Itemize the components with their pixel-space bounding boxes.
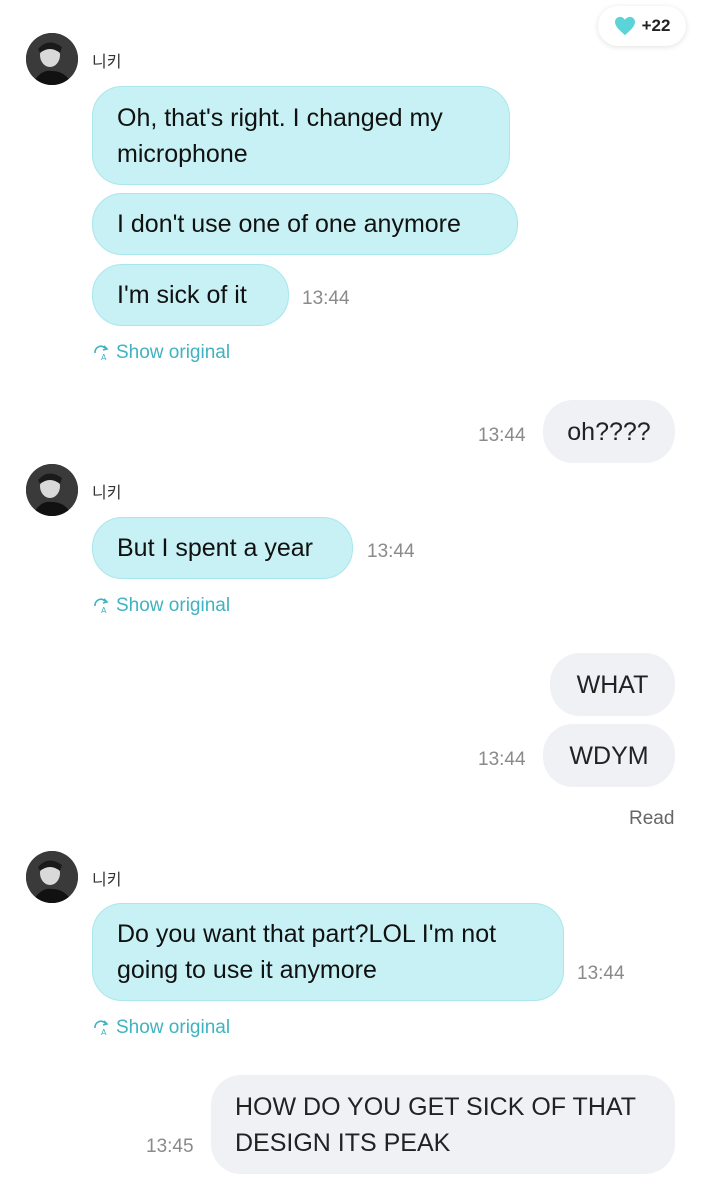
translate-icon: A xyxy=(94,1020,109,1037)
message-timestamp: 13:44 xyxy=(302,288,350,309)
message-timestamp: 13:44 xyxy=(577,963,625,984)
sender-name: 니키 xyxy=(92,54,122,71)
outgoing-message-bubble[interactable]: HOW DO YOU GET SICK OF THAT DESIGN ITS P… xyxy=(211,1075,675,1174)
incoming-message-bubble[interactable]: But I spent a year xyxy=(92,517,353,579)
outgoing-message-bubble[interactable]: oh???? xyxy=(543,400,675,463)
message-text: But I spent a year xyxy=(117,534,313,562)
message-text: I don't use one of one anymore xyxy=(117,210,461,238)
outgoing-message-bubble[interactable]: WHAT xyxy=(550,653,675,716)
message-text: HOW DO YOU GET SICK OF THAT DESIGN ITS P… xyxy=(235,1092,636,1157)
message-text: I'm sick of it xyxy=(117,281,247,309)
read-receipt: Read xyxy=(629,808,675,829)
avatar-photo xyxy=(26,33,78,85)
outgoing-message-bubble[interactable]: WDYM xyxy=(543,724,675,787)
sender-name: 니키 xyxy=(92,872,122,889)
show-original-link[interactable]: A Show original xyxy=(92,595,230,617)
message-text: WDYM xyxy=(569,741,649,770)
show-original-link[interactable]: A Show original xyxy=(92,342,230,364)
sender-avatar[interactable] xyxy=(26,464,78,516)
incoming-message-bubble[interactable]: I'm sick of it xyxy=(92,264,289,326)
incoming-message-bubble[interactable]: I don't use one of one anymore xyxy=(92,193,518,255)
show-original-label: Show original xyxy=(116,1017,231,1038)
incoming-message-bubble[interactable]: Do you want that part?LOL I'm not going … xyxy=(92,903,564,1001)
message-text: Do you want that part?LOL I'm not going … xyxy=(117,920,497,984)
svg-text:A: A xyxy=(101,353,107,362)
show-original-label: Show original xyxy=(116,595,231,616)
reaction-count-badge[interactable]: +22 xyxy=(598,6,686,46)
reaction-count: +22 xyxy=(641,16,671,35)
avatar-photo xyxy=(26,464,78,516)
message-text: oh???? xyxy=(567,417,651,446)
avatar-photo xyxy=(26,851,78,903)
svg-text:A: A xyxy=(101,1028,107,1037)
incoming-message-bubble[interactable]: Oh, that's right. I changed my microphon… xyxy=(92,86,510,185)
message-timestamp: 13:44 xyxy=(478,425,526,446)
message-text: WHAT xyxy=(576,670,649,699)
message-timestamp: 13:45 xyxy=(146,1136,194,1157)
show-original-link[interactable]: A Show original xyxy=(92,1017,230,1039)
translate-icon: A xyxy=(94,345,109,362)
translate-icon: A xyxy=(94,598,109,615)
sender-name: 니키 xyxy=(92,485,122,502)
heart-icon xyxy=(614,16,635,36)
message-text: Oh, that's right. I changed my microphon… xyxy=(117,103,443,168)
svg-text:A: A xyxy=(101,606,107,615)
message-timestamp: 13:44 xyxy=(367,541,415,562)
sender-avatar[interactable] xyxy=(26,33,78,85)
message-timestamp: 13:44 xyxy=(478,749,526,770)
sender-avatar[interactable] xyxy=(26,851,78,903)
show-original-label: Show original xyxy=(116,342,231,363)
